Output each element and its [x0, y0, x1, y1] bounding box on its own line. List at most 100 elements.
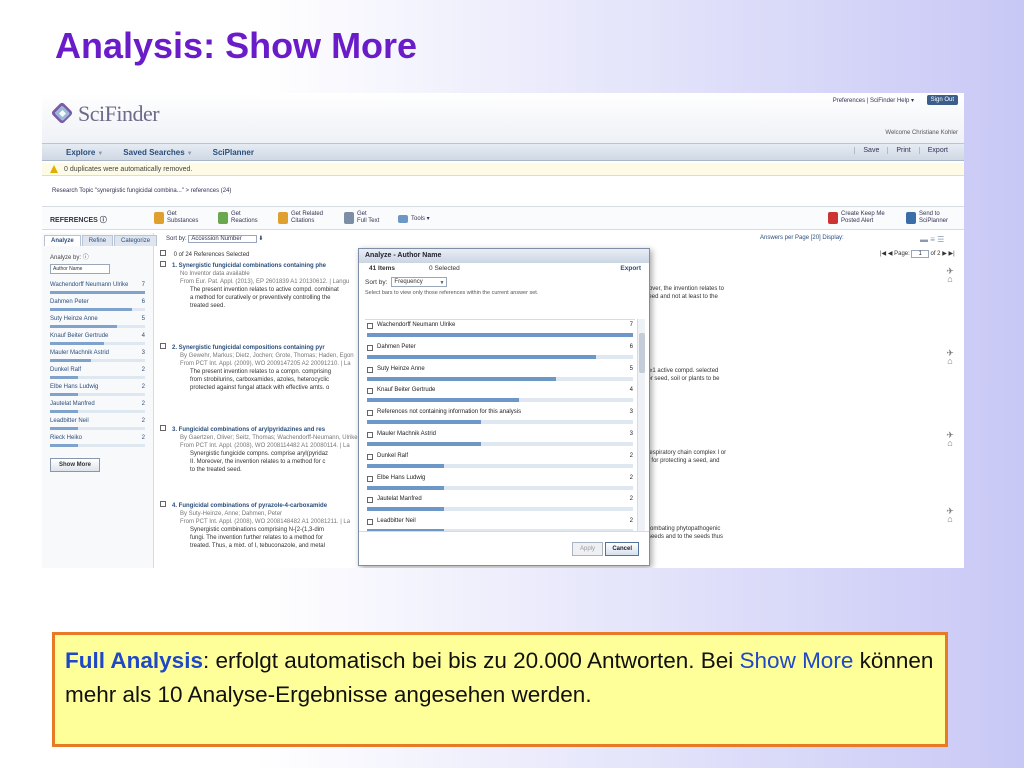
print-button[interactable]: Print [887, 147, 918, 154]
analyze-by-select[interactable]: Author Name [50, 264, 110, 274]
row-checkbox[interactable] [367, 497, 373, 504]
sort-by-control[interactable]: Sort by: Accession Number ⬇ [166, 235, 263, 243]
row-checkbox[interactable] [367, 453, 373, 460]
export-button[interactable]: Export [918, 147, 956, 154]
cancel-button[interactable]: Cancel [605, 542, 639, 556]
author-count: 3 [141, 350, 145, 356]
page-input[interactable]: 1 [911, 250, 929, 258]
result-side-icons[interactable]: ✈ ⌂ [944, 349, 956, 366]
author-frequency-bar [50, 359, 145, 362]
author-count: 2 [141, 367, 145, 373]
page-nav-icons[interactable]: |◀ ◀ [880, 251, 894, 257]
sign-out-button[interactable]: Sign Out [926, 95, 958, 105]
nav-explore[interactable]: Explore ▼ [56, 148, 113, 157]
author-count: 2 [141, 384, 145, 390]
row-frequency-bar[interactable] [367, 507, 633, 512]
dialog-author-row[interactable]: Wachendorff Neumann Ulrike 7 [365, 320, 635, 342]
row-frequency-bar[interactable] [367, 354, 633, 359]
dialog-hint: Select bars to view only those reference… [365, 290, 539, 296]
author-frequency-bar [50, 325, 145, 328]
result-side-icons[interactable]: ✈ ⌂ [944, 267, 956, 284]
row-checkbox[interactable] [367, 475, 373, 482]
author-item[interactable]: Dahmen Peter 6 [50, 299, 145, 311]
author-item[interactable]: Leadbitter Neil 2 [50, 418, 145, 430]
create-alert-button[interactable]: Create Keep Me Posted Alert [828, 211, 885, 225]
row-checkbox[interactable] [367, 410, 373, 417]
sort-select[interactable]: Frequency ▼ [391, 277, 448, 287]
author-item[interactable]: Rieck Heiko 2 [50, 435, 145, 447]
dialog-author-row[interactable]: Knauf Beiter Gertrude 4 [365, 385, 635, 407]
author-item[interactable]: Suty Heinze Anne 5 [50, 316, 145, 328]
author-item[interactable]: Elbe Hans Ludwig 2 [50, 384, 145, 396]
sciplanner-icon [906, 212, 916, 224]
dialog-scrollbar[interactable] [637, 319, 645, 531]
tab-analyze[interactable]: Analyze [44, 235, 81, 246]
export-link[interactable]: Export [620, 265, 641, 272]
nav-sciplanner[interactable]: SciPlanner [203, 148, 264, 157]
page-next-icons[interactable]: ▶ ▶| [942, 251, 954, 257]
result-checkbox[interactable] [160, 501, 166, 507]
row-checkbox[interactable] [367, 323, 373, 329]
chevron-down-icon: ▼ [97, 150, 104, 157]
row-checkbox[interactable] [367, 519, 373, 526]
select-all-checkbox[interactable] [160, 250, 166, 256]
row-frequency-bar[interactable] [367, 333, 633, 337]
help-icon[interactable]: ⓘ [83, 255, 89, 261]
row-frequency-bar[interactable] [367, 485, 633, 490]
dialog-author-row[interactable]: Jautelat Manfred 2 [365, 494, 635, 516]
author-item[interactable]: Dunkel Ralf 2 [50, 367, 145, 379]
author-item[interactable]: Knauf Beiter Gertrude 4 [50, 333, 145, 345]
row-frequency-bar[interactable] [367, 420, 633, 425]
result-title[interactable]: 2. Synergistic fungicidal compositions c… [172, 345, 325, 351]
dialog-author-row[interactable]: Suty Heinze Anne 5 [365, 364, 635, 386]
tab-categorize[interactable]: Categorize [114, 235, 158, 246]
dialog-author-row[interactable]: Mauler Machnik Astrid 3 [365, 429, 635, 451]
get-full-text-button[interactable]: Get Full Text [344, 211, 379, 225]
author-item[interactable]: Jautelat Manfred 2 [50, 401, 145, 413]
author-name: Wachendorff Neumann Ulrike [50, 282, 129, 288]
row-checkbox[interactable] [367, 431, 373, 438]
dialog-author-row[interactable]: Elbe Hans Ludwig 2 [365, 473, 635, 495]
send-to-sciplanner-button[interactable]: Send to SciPlanner [906, 211, 948, 225]
row-frequency-bar[interactable] [367, 463, 633, 468]
result-side-icons[interactable]: ✈ ⌂ [944, 507, 956, 524]
preferences-help-links[interactable]: Preferences | SciFinder Help ▾ [833, 97, 914, 104]
author-item[interactable]: Wachendorff Neumann Ulrike 7 [50, 282, 145, 294]
get-related-citations-button[interactable]: Get Related Citations [278, 211, 323, 225]
sort-direction-icon[interactable]: ⬇ [258, 236, 263, 242]
get-substances-button[interactable]: Get Substances [154, 211, 198, 225]
tools-menu-button[interactable]: Tools ▾ [398, 215, 430, 223]
items-count: 41 Items [369, 265, 396, 272]
apply-button[interactable]: Apply [571, 542, 603, 556]
result-checkbox[interactable] [160, 261, 166, 267]
dialog-author-row[interactable]: Dahmen Peter 6 [365, 342, 635, 364]
nav-saved-searches[interactable]: Saved Searches ▼ [113, 148, 202, 157]
result-checkbox[interactable] [160, 343, 166, 349]
result-title[interactable]: 1. Synergistic fungicidal combinations c… [172, 263, 326, 269]
dialog-author-row[interactable]: References not containing information fo… [365, 407, 635, 429]
dialog-author-row[interactable]: Dunkel Ralf 2 [365, 451, 635, 473]
show-more-button[interactable]: Show More [50, 458, 101, 472]
help-icon[interactable]: ⓘ [100, 217, 107, 224]
get-reactions-button[interactable]: Get Reactions [218, 211, 258, 225]
row-checkbox[interactable] [367, 366, 373, 373]
row-frequency-bar[interactable] [367, 441, 633, 446]
dialog-author-row[interactable]: Leadbitter Neil 2 [365, 516, 635, 531]
row-checkbox[interactable] [367, 344, 373, 351]
row-frequency-bar[interactable] [367, 376, 633, 381]
save-button[interactable]: Save [854, 147, 887, 154]
display-mode-icons[interactable]: ▬ ≡ ☰ [920, 235, 944, 244]
author-item[interactable]: Mauler Machnik Astrid 3 [50, 350, 145, 362]
answers-per-page[interactable]: Answers per Page [20] Display: [760, 235, 844, 241]
result-title[interactable]: 4. Fungicidal combinations of pyrazole-4… [172, 503, 327, 509]
result-side-icons[interactable]: ✈ ⌂ [944, 431, 956, 448]
row-checkbox[interactable] [367, 388, 373, 395]
row-frequency-bar[interactable] [367, 398, 633, 403]
breadcrumb[interactable]: Research Topic "synergistic fungicidal c… [52, 188, 231, 194]
result-title[interactable]: 3. Fungicidal combinations of arylpyrida… [172, 427, 325, 433]
tab-refine[interactable]: Refine [81, 235, 114, 246]
result-checkbox[interactable] [160, 425, 166, 431]
scifinder-logo[interactable]: SciFinder [50, 101, 160, 127]
chevron-down-icon: ▼ [186, 150, 193, 157]
author-frequency-bar [50, 291, 145, 294]
